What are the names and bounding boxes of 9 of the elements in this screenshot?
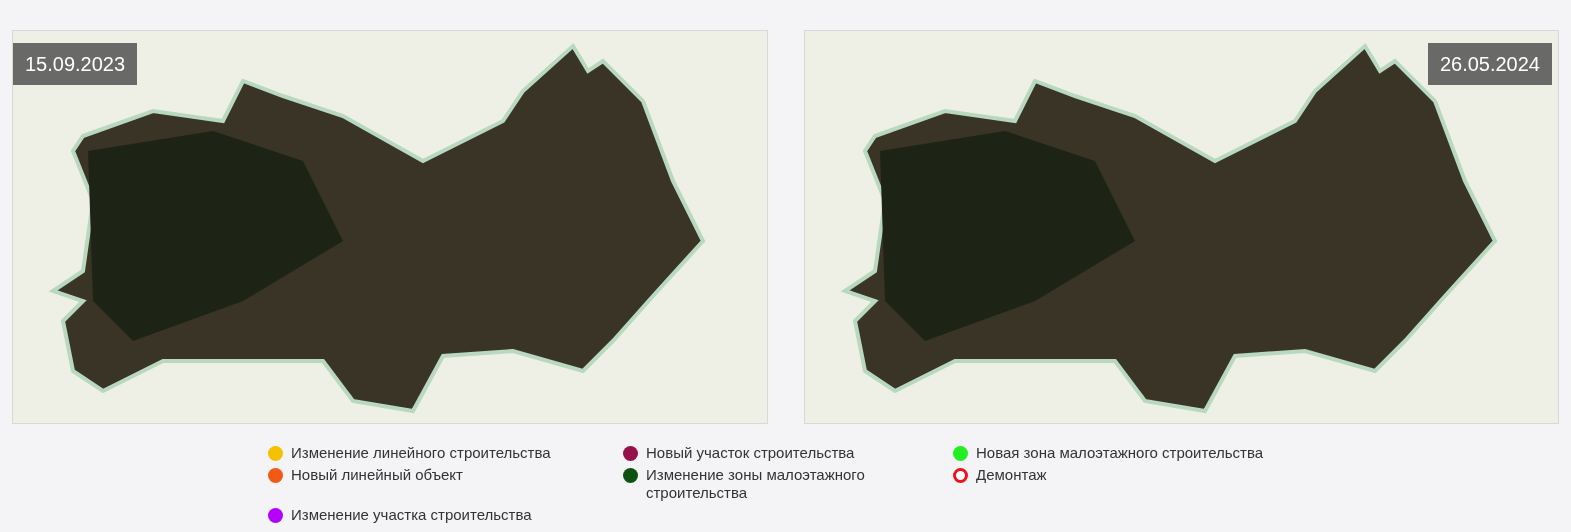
date-label: 15.09.2023 (13, 43, 138, 85)
legend-label: Демонтаж (976, 466, 1047, 484)
legend-label: Изменение линейного строительства (291, 444, 551, 462)
legend-label: Новый линейный объект (291, 466, 463, 484)
legend-label: Изменение участка строительства (291, 506, 532, 524)
date-label: 26.05.2024 (1427, 43, 1552, 85)
legend-label: Новая зона малоэтажного строительства (976, 444, 1264, 462)
legend-label: Новый участок строительства (646, 444, 855, 462)
legend-label: Изменение зоны малоэтажного строительства (646, 466, 866, 502)
